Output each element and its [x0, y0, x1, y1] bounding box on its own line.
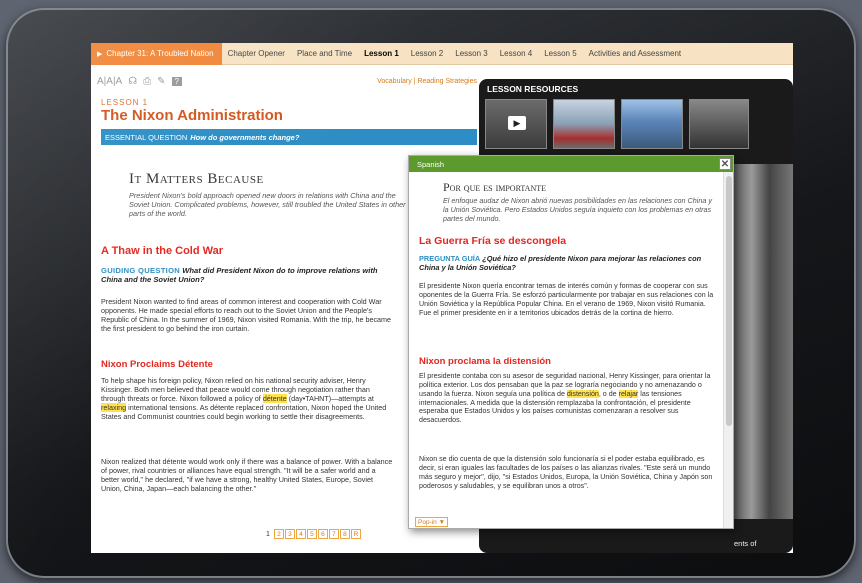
lesson-number: LESSON 1: [101, 98, 149, 107]
help-icon[interactable]: ?: [171, 76, 182, 86]
lesson-title: The Nixon Administration: [101, 107, 283, 124]
page-link[interactable]: 4: [295, 529, 306, 539]
page-link[interactable]: 8: [339, 529, 350, 539]
popup-scrollbar[interactable]: [723, 172, 733, 528]
page-link[interactable]: 3: [284, 529, 295, 539]
page-link[interactable]: 7: [328, 529, 339, 539]
popup-body: Por que es importante El enfoque audaz d…: [409, 172, 723, 524]
popup-guiding-question: PREGUNTA GUÍA ¿Qué hizo el presidente Ni…: [419, 254, 715, 273]
popup-heading-thaw: La Guerra Fría se descongela: [419, 235, 567, 247]
paragraph-2: To help shape his foreign policy, Nixon …: [101, 376, 393, 421]
gq-label: GUIDING QUESTION: [101, 266, 181, 275]
page-link[interactable]: R: [350, 529, 361, 539]
popup-paragraph-2: El presidente contaba con su asesor de s…: [419, 372, 715, 425]
popup-paragraph-3: Nixon se dio cuenta de que la distensión…: [419, 455, 713, 490]
popup-intro: El enfoque audaz de Nixon abrió nuevas p…: [443, 196, 712, 223]
essential-question-bar: ESSENTIAL QUESTION How do governments ch…: [101, 129, 477, 145]
tablet-screen: ▶ Chapter 31: A Troubled Nation Chapter …: [91, 43, 793, 553]
guiding-question: GUIDING QUESTION What did President Nixo…: [101, 266, 391, 285]
spanish-translation-popup: Spanish ✕ Por que es importante El enfoq…: [408, 155, 734, 529]
popup-p2-text-b: , o de: [598, 389, 619, 398]
tab-lesson-2[interactable]: Lesson 2: [405, 49, 449, 58]
reader-toolbar: A|A|A ☊ ⎙ ✎ ? Vocabulary | Reading Strat…: [97, 73, 477, 89]
matters-text: President Nixon's bold approach opened n…: [129, 191, 406, 219]
tab-lesson-3[interactable]: Lesson 3: [449, 49, 493, 58]
current-page: 1: [266, 530, 270, 538]
notes-icon[interactable]: ✎: [157, 76, 165, 87]
section-heading-thaw: A Thaw in the Cold War: [101, 245, 224, 257]
eq-text: How do governments change?: [190, 132, 300, 142]
scrollbar-thumb[interactable]: [726, 176, 732, 426]
text-size-control[interactable]: A|A|A: [97, 76, 122, 87]
tab-activities-assessment[interactable]: Activities and Assessment: [583, 49, 687, 58]
resources-title: LESSON RESOURCES: [487, 84, 579, 94]
resource-photo[interactable]: [734, 164, 793, 519]
matters-title: It Matters Because: [129, 171, 264, 187]
image-thumbnail[interactable]: [621, 99, 683, 149]
chapter-label: Chapter 31: A Troubled Nation: [106, 49, 214, 58]
vocab-highlight-relaxing[interactable]: relaxing: [101, 403, 127, 412]
vocab-highlight-distension[interactable]: distensión: [566, 389, 599, 398]
pop-in-button[interactable]: Pop-in ▼: [415, 517, 449, 527]
popup-heading-detente: Nixon proclama la distensión: [419, 356, 551, 367]
headphones-icon[interactable]: ☊: [128, 76, 137, 87]
popup-gq-label: PREGUNTA GUÍA: [419, 254, 481, 263]
tab-lesson-5[interactable]: Lesson 5: [538, 49, 582, 58]
section-heading-detente: Nixon Proclaims Détente: [101, 359, 213, 370]
image-thumbnail[interactable]: [553, 99, 615, 149]
popup-paragraph-1: El presidente Nixon quería encontrar tem…: [419, 282, 714, 317]
tab-chapter-opener[interactable]: Chapter Opener: [222, 49, 291, 58]
vocabulary-strategies-links[interactable]: Vocabulary | Reading Strategies: [377, 78, 477, 85]
vocab-highlight-detente[interactable]: détente: [262, 394, 287, 403]
chapter-nav: ▶ Chapter 31: A Troubled Nation Chapter …: [91, 43, 793, 65]
close-icon[interactable]: ✕: [719, 158, 731, 170]
page-link[interactable]: 2: [273, 529, 284, 539]
popup-matters-title: Por que es importante: [443, 180, 546, 194]
paragraph-1: President Nixon wanted to find areas of …: [101, 297, 392, 333]
popup-header[interactable]: Spanish: [409, 156, 733, 172]
resource-caption: ents of: [734, 539, 757, 548]
video-thumbnail[interactable]: ▶: [485, 99, 547, 149]
page-link[interactable]: 6: [317, 529, 328, 539]
p2-text-c: international tensions. As détente repla…: [101, 403, 387, 421]
popup-title: Spanish: [417, 159, 445, 169]
play-icon: ▶: [508, 116, 526, 130]
page-link[interactable]: 5: [306, 529, 317, 539]
tab-place-and-time[interactable]: Place and Time: [291, 49, 358, 58]
tab-lesson-1[interactable]: Lesson 1: [358, 49, 405, 58]
chevron-right-icon: ▶: [97, 50, 103, 58]
paragraph-3: Nixon realized that détente would work o…: [101, 457, 393, 493]
eq-label: ESSENTIAL QUESTION: [105, 132, 188, 142]
print-icon[interactable]: ⎙: [143, 76, 151, 87]
page-pager: 1 2 3 4 5 6 7 8 R: [266, 529, 362, 539]
p2-text-b: (day•TAHNT)—attempts at: [286, 394, 374, 403]
image-thumbnail[interactable]: [689, 99, 749, 149]
chapter-tab[interactable]: ▶ Chapter 31: A Troubled Nation: [91, 43, 222, 65]
tab-lesson-4[interactable]: Lesson 4: [494, 49, 538, 58]
vocab-highlight-relajar[interactable]: relajar: [618, 389, 639, 398]
